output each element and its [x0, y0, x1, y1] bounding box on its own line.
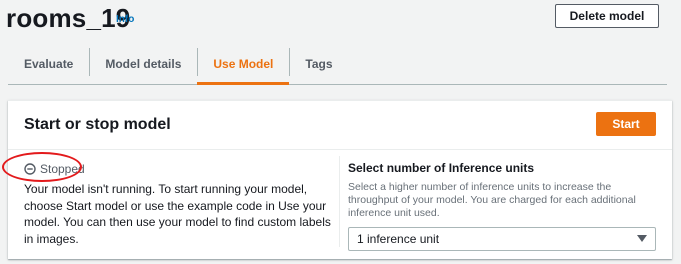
column-divider [339, 156, 340, 247]
inference-units-label: Select number of Inference units [348, 161, 535, 175]
status-description: Your model isn't running. To start runni… [24, 182, 331, 246]
tab-use-model[interactable]: Use Model [197, 44, 290, 85]
tab-bar: Evaluate Model details Use Model Tags [8, 44, 667, 85]
status-label: Stopped [40, 162, 85, 176]
inference-units-hint: Select a higher number of inference unit… [348, 181, 636, 219]
start-button[interactable]: Start [596, 112, 656, 136]
tab-model-details[interactable]: Model details [89, 44, 197, 84]
delete-model-button[interactable]: Delete model [555, 4, 659, 28]
status-column: Stopped Your model isn't running. To sta… [24, 161, 334, 247]
stopped-circle-icon [24, 163, 36, 175]
page-title: rooms_19 [6, 3, 131, 33]
tab-tags[interactable]: Tags [289, 44, 348, 84]
status-indicator: Stopped [24, 161, 334, 177]
start-stop-card: Start or stop model Start Stopped Your m… [8, 100, 672, 259]
inference-column: Select number of Inference units Select … [348, 161, 658, 251]
card-title: Start or stop model [24, 116, 171, 133]
tab-evaluate[interactable]: Evaluate [8, 44, 89, 84]
info-link[interactable]: Info [116, 14, 134, 25]
card-header: Start or stop model Start [8, 101, 672, 150]
caret-down-icon [637, 235, 647, 243]
inference-units-select[interactable]: 1 inference unit [348, 227, 656, 251]
inference-units-value: 1 inference unit [357, 232, 440, 246]
